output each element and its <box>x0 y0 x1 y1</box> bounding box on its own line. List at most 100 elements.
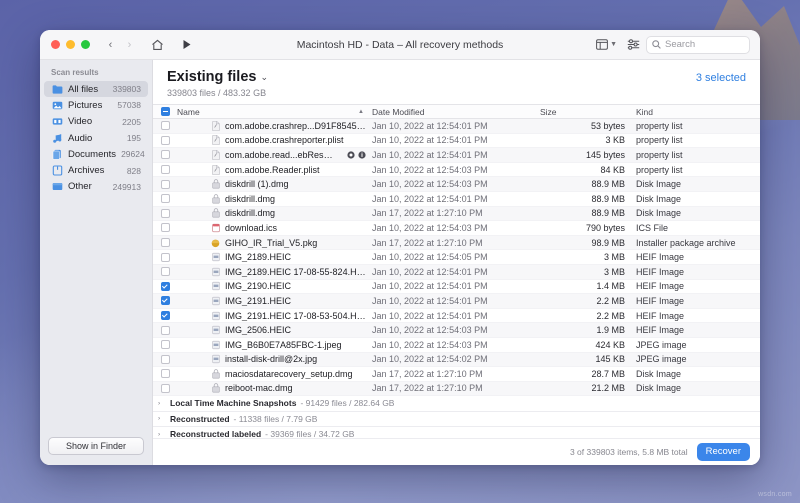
row-name-cell[interactable]: install-disk-drill@2x.jpg <box>177 354 372 365</box>
back-button[interactable]: ‹ <box>102 36 119 53</box>
row-name-cell[interactable]: IMG_B6B0E7A85FBC-1.jpeg <box>177 339 372 350</box>
table-row[interactable]: IMG_2189.HEIC Jan 10, 2022 at 12:54:05 PM… <box>153 250 760 265</box>
table-row[interactable]: diskdrill.dmg Jan 17, 2022 at 1:27:10 PM 8… <box>153 206 760 222</box>
sidebar-item-documents[interactable]: Documents 29624 <box>44 146 148 162</box>
table-row[interactable]: IMG_2191.HEIC Jan 10, 2022 at 12:54:01 PM… <box>153 294 760 309</box>
table-row[interactable]: com.adobe.crashreporter.plist Jan 10, 202… <box>153 134 760 149</box>
view-options-button[interactable]: ▼ <box>592 39 621 50</box>
info-icon[interactable] <box>358 151 366 159</box>
table-row[interactable]: diskdrill.dmg Jan 10, 2022 at 12:54:01 PM… <box>153 192 760 207</box>
recover-button[interactable]: Recover <box>696 443 750 461</box>
sidebar-item-audio[interactable]: Audio 195 <box>44 130 148 146</box>
row-checkbox[interactable] <box>160 383 170 393</box>
row-name-cell[interactable]: GIHO_IR_Trial_V5.pkg <box>177 237 372 248</box>
row-checkbox-cell[interactable] <box>153 121 177 131</box>
row-checkbox[interactable] <box>160 296 170 306</box>
sidebar-item-all-files[interactable]: All files 339803 <box>44 81 148 98</box>
row-checkbox[interactable] <box>160 267 170 277</box>
row-name-cell[interactable]: IMG_2191.HEIC <box>177 295 372 306</box>
row-name-cell[interactable]: com.adobe.Reader.plist <box>177 164 372 175</box>
row-name-cell[interactable]: IMG_2189.HEIC <box>177 252 372 263</box>
row-checkbox[interactable] <box>160 369 170 379</box>
row-name-cell[interactable]: download.ics <box>177 222 372 233</box>
row-checkbox-cell[interactable] <box>153 135 177 145</box>
preview-icon[interactable] <box>347 151 355 159</box>
row-checkbox[interactable] <box>160 311 170 321</box>
row-checkbox[interactable] <box>160 165 170 175</box>
select-all-checkbox[interactable] <box>160 107 170 116</box>
column-header-kind[interactable]: Kind <box>632 107 760 117</box>
row-name-cell[interactable]: com.adobe.read...ebResource.plist <box>177 149 372 160</box>
group-row[interactable]: › Local Time Machine Snapshots - 91429 fil… <box>153 396 760 412</box>
sidebar-item-video[interactable]: Video 2205 <box>44 114 148 130</box>
table-row[interactable]: com.adobe.Reader.plist Jan 10, 2022 at 12… <box>153 163 760 178</box>
table-row[interactable]: diskdrill (1).dmg Jan 10, 2022 at 12:54:0… <box>153 177 760 192</box>
row-checkbox[interactable] <box>160 121 170 131</box>
row-name-cell[interactable]: diskdrill.dmg <box>177 208 372 219</box>
row-checkbox[interactable] <box>160 354 170 364</box>
chevron-right-icon[interactable]: › <box>158 400 166 407</box>
group-row[interactable]: › Reconstructed - 11338 files / 7.79 GB <box>153 412 760 428</box>
row-checkbox-cell[interactable] <box>153 340 177 350</box>
row-checkbox-cell[interactable] <box>153 267 177 277</box>
forward-button[interactable]: › <box>121 36 138 53</box>
row-name-cell[interactable]: com.adobe.crashrep...D91F8545130C.plist <box>177 120 372 131</box>
row-checkbox[interactable] <box>160 252 170 262</box>
row-checkbox[interactable] <box>160 208 170 218</box>
row-checkbox-cell[interactable] <box>153 194 177 204</box>
table-row[interactable]: IMG_2189.HEIC 17-08-55-824.HEIC Jan 10, 2… <box>153 264 760 280</box>
chevron-down-icon[interactable]: ⌄ <box>260 72 268 83</box>
row-checkbox[interactable] <box>160 150 170 160</box>
row-name-cell[interactable]: IMG_2189.HEIC 17-08-55-824.HEIC <box>177 266 372 277</box>
chevron-right-icon[interactable]: › <box>158 415 166 422</box>
row-checkbox-cell[interactable] <box>153 238 177 248</box>
row-checkbox-cell[interactable] <box>153 223 177 233</box>
select-all-checkbox-cell[interactable] <box>153 107 177 116</box>
row-checkbox-cell[interactable] <box>153 369 177 379</box>
play-icon[interactable] <box>176 35 198 55</box>
table-row[interactable]: GIHO_IR_Trial_V5.pkg Jan 17, 2022 at 1:27… <box>153 235 760 251</box>
table-row[interactable]: download.ics Jan 10, 2022 at 12:54:03 PM 7… <box>153 221 760 236</box>
sidebar-item-archives[interactable]: Archives 828 <box>44 162 148 178</box>
minimize-button[interactable] <box>66 40 75 49</box>
row-name-cell[interactable]: IMG_2190.HEIC <box>177 281 372 292</box>
row-checkbox-cell[interactable] <box>153 383 177 393</box>
row-checkbox-cell[interactable] <box>153 208 177 218</box>
page-title[interactable]: Existing files ⌄ <box>167 69 696 85</box>
column-header-name[interactable]: Name ▲ <box>177 107 372 117</box>
home-icon[interactable] <box>146 35 168 55</box>
row-name-cell[interactable]: reiboot-mac.dmg <box>177 383 372 394</box>
table-row[interactable]: IMG_2506.HEIC Jan 10, 2022 at 12:54:03 PM… <box>153 323 760 338</box>
row-checkbox[interactable] <box>160 340 170 350</box>
row-name-cell[interactable]: diskdrill (1).dmg <box>177 179 372 190</box>
row-checkbox-cell[interactable] <box>153 311 177 321</box>
row-checkbox[interactable] <box>160 281 170 291</box>
table-row[interactable]: IMG_2191.HEIC 17-08-53-504.HEIC Jan 10, 2… <box>153 309 760 324</box>
row-checkbox-cell[interactable] <box>153 165 177 175</box>
sidebar-item-other[interactable]: Other 249913 <box>44 179 148 195</box>
row-name-cell[interactable]: IMG_2191.HEIC 17-08-53-504.HEIC <box>177 310 372 321</box>
show-in-finder-button[interactable]: Show in Finder <box>48 437 144 455</box>
row-checkbox-cell[interactable] <box>153 281 177 291</box>
table-row[interactable]: maciosdatarecovery_setup.dmg Jan 17, 2022… <box>153 367 760 382</box>
row-checkbox-cell[interactable] <box>153 354 177 364</box>
row-checkbox-cell[interactable] <box>153 325 177 335</box>
sidebar-item-pictures[interactable]: Pictures 57038 <box>44 97 148 113</box>
row-checkbox[interactable] <box>160 135 170 145</box>
row-checkbox[interactable] <box>160 238 170 248</box>
row-checkbox-cell[interactable] <box>153 179 177 189</box>
row-name-cell[interactable]: maciosdatarecovery_setup.dmg <box>177 368 372 379</box>
table-row[interactable]: com.adobe.read...ebResource.plist Jan 10,… <box>153 148 760 163</box>
row-checkbox-cell[interactable] <box>153 150 177 160</box>
table-row[interactable]: IMG_B6B0E7A85FBC-1.jpeg Jan 10, 2022 at 1… <box>153 338 760 353</box>
row-checkbox[interactable] <box>160 325 170 335</box>
row-checkbox[interactable] <box>160 223 170 233</box>
column-header-date[interactable]: Date Modified <box>372 107 540 117</box>
row-name-cell[interactable]: IMG_2506.HEIC <box>177 325 372 336</box>
table-row[interactable]: com.adobe.crashrep...D91F8545130C.plist J… <box>153 119 760 134</box>
row-checkbox[interactable] <box>160 194 170 204</box>
search-input[interactable]: Search <box>646 35 750 54</box>
row-checkbox[interactable] <box>160 179 170 189</box>
column-header-size[interactable]: Size <box>540 107 632 117</box>
table-row[interactable]: install-disk-drill@2x.jpg Jan 10, 2022 at… <box>153 352 760 368</box>
